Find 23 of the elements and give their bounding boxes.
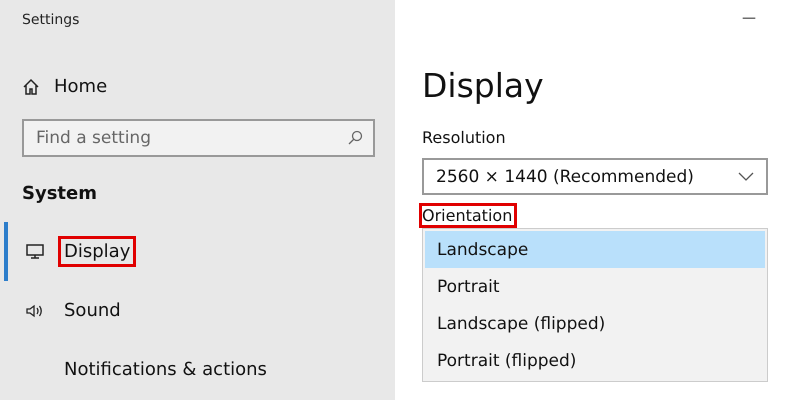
list-option[interactable]: Portrait (flipped) <box>425 342 765 379</box>
orientation-label: Orientation <box>419 203 518 228</box>
chevron-down-icon <box>738 172 754 181</box>
minimize-button[interactable]: — <box>742 10 756 26</box>
list-option[interactable]: Landscape (flipped) <box>425 305 765 342</box>
search-icon <box>347 130 363 146</box>
home-icon <box>22 78 40 96</box>
nav-label: Sound <box>63 299 122 323</box>
page-title: Display <box>422 66 544 105</box>
home-link[interactable]: Home <box>54 76 108 97</box>
nav-item[interactable]: Sound <box>4 281 395 340</box>
list-option[interactable]: Portrait <box>425 268 765 305</box>
list-option[interactable]: Landscape <box>425 231 765 268</box>
window-title: Settings <box>22 12 80 28</box>
resolution-label: Resolution <box>421 127 507 149</box>
resolution-dropdown[interactable]: 2560 × 1440 (Recommended) <box>422 158 768 195</box>
monitor-icon <box>26 244 44 260</box>
nav-label: Display <box>58 236 136 267</box>
search-field[interactable]: Find a setting <box>22 119 375 157</box>
speaker-icon <box>26 302 44 318</box>
nav-label: Notifications & actions <box>63 358 268 382</box>
nav-item[interactable]: Notifications & actions <box>4 340 395 399</box>
section-heading: System <box>22 183 97 204</box>
